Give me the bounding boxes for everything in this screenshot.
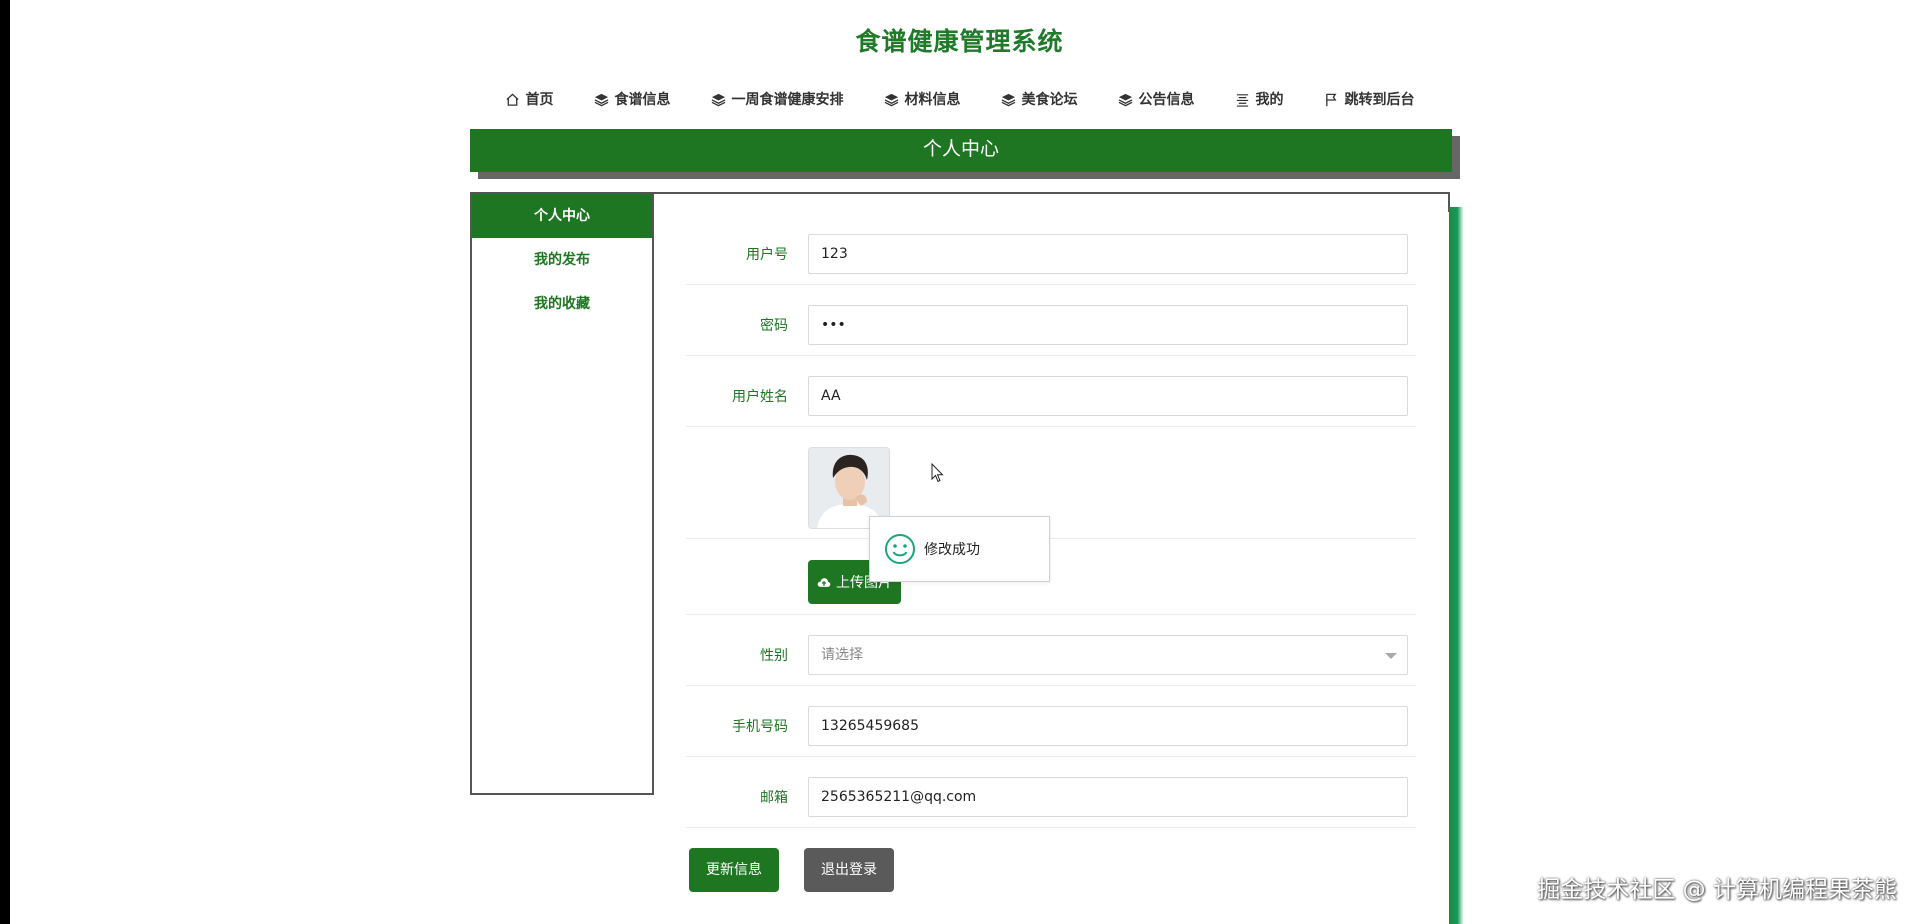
watermark: 掘金技术社区 @ 计算机编程果茶熊 bbox=[1537, 877, 1897, 903]
sidebar-item-favorites[interactable]: 我的收藏 bbox=[472, 282, 652, 326]
layers-icon bbox=[1118, 93, 1132, 106]
nav-item-admin[interactable]: 跳转到后台 bbox=[1304, 88, 1435, 110]
main-panel-top-border bbox=[653, 192, 1450, 194]
nav-item-recipes[interactable]: 食谱信息 bbox=[574, 88, 691, 110]
nav-item-label: 美食论坛 bbox=[1021, 92, 1078, 108]
realname-input[interactable]: AA bbox=[808, 376, 1408, 416]
success-toast: 修改成功 bbox=[869, 516, 1050, 582]
update-info-button[interactable]: 更新信息 bbox=[689, 848, 779, 892]
password-label: 密码 bbox=[760, 318, 788, 334]
toast-message: 修改成功 bbox=[924, 542, 980, 558]
nav-item-label: 我的 bbox=[1255, 92, 1284, 108]
password-input[interactable]: ••• bbox=[808, 305, 1408, 345]
flag-icon bbox=[1325, 93, 1336, 106]
form-row-phone: 手机号码 13265459685 bbox=[686, 696, 1416, 757]
layers-icon bbox=[711, 93, 725, 106]
username-input[interactable]: 123 bbox=[808, 234, 1408, 274]
nav-item-label: 材料信息 bbox=[904, 92, 961, 108]
nav-item-label: 首页 bbox=[525, 92, 554, 108]
cloud-upload-icon bbox=[817, 578, 831, 587]
form-row-username: 用户号 123 bbox=[686, 224, 1416, 285]
decorative-side-bar bbox=[1449, 207, 1463, 924]
form-row-realname: 用户姓名 AA bbox=[686, 366, 1416, 427]
nav-item-label: 跳转到后台 bbox=[1344, 92, 1415, 108]
gender-label: 性别 bbox=[760, 648, 788, 664]
site-title: 食谱健康管理系统 bbox=[855, 27, 1064, 56]
form-row-avatar bbox=[686, 437, 1416, 539]
gender-select[interactable]: 请选择 bbox=[808, 635, 1408, 675]
nav-item-label: 公告信息 bbox=[1138, 92, 1195, 108]
nav-item-label: 食谱信息 bbox=[614, 92, 671, 108]
username-label: 用户号 bbox=[746, 247, 788, 263]
layers-icon bbox=[594, 93, 608, 106]
form-row-upload bbox=[686, 549, 1416, 615]
email-label: 邮箱 bbox=[760, 790, 788, 806]
sidebar-item-my-posts[interactable]: 我的发布 bbox=[472, 238, 652, 282]
phone-label: 手机号码 bbox=[732, 719, 788, 735]
menu-icon bbox=[1236, 93, 1248, 107]
nav-item-weekly-plan[interactable]: 一周食谱健康安排 bbox=[691, 88, 864, 110]
left-edge-strip bbox=[0, 0, 10, 924]
home-icon bbox=[505, 92, 519, 106]
chevron-down-icon bbox=[1385, 653, 1397, 659]
nav-item-mine[interactable]: 我的 bbox=[1215, 88, 1304, 110]
sidebar: 个人中心 我的发布 我的收藏 bbox=[470, 192, 654, 795]
nav-item-forum[interactable]: 美食论坛 bbox=[981, 88, 1098, 110]
page-banner: 个人中心 bbox=[470, 129, 1452, 172]
nav-item-home[interactable]: 首页 bbox=[485, 88, 574, 110]
logout-button[interactable]: 退出登录 bbox=[804, 848, 894, 892]
smile-icon bbox=[885, 534, 915, 564]
nav-item-materials[interactable]: 材料信息 bbox=[864, 88, 981, 110]
layers-icon bbox=[884, 93, 898, 106]
form-row-password: 密码 ••• bbox=[686, 295, 1416, 356]
gender-select-placeholder: 请选择 bbox=[821, 647, 863, 663]
nav-item-notices[interactable]: 公告信息 bbox=[1098, 88, 1215, 110]
realname-label: 用户姓名 bbox=[732, 389, 788, 405]
form-row-gender: 性别 请选择 bbox=[686, 625, 1416, 686]
sidebar-item-profile[interactable]: 个人中心 bbox=[472, 194, 652, 238]
phone-input[interactable]: 13265459685 bbox=[808, 706, 1408, 746]
form-row-email: 邮箱 2565365211@qq.com bbox=[686, 767, 1416, 828]
mouse-cursor-icon bbox=[931, 463, 944, 483]
layers-icon bbox=[1001, 93, 1015, 106]
top-nav: 首页 食谱信息 一周食谱健康安排 材料信息 美食论坛 公告信息 我的 跳转到后台 bbox=[0, 88, 1919, 110]
nav-item-label: 一周食谱健康安排 bbox=[731, 92, 844, 108]
email-input[interactable]: 2565365211@qq.com bbox=[808, 777, 1408, 817]
